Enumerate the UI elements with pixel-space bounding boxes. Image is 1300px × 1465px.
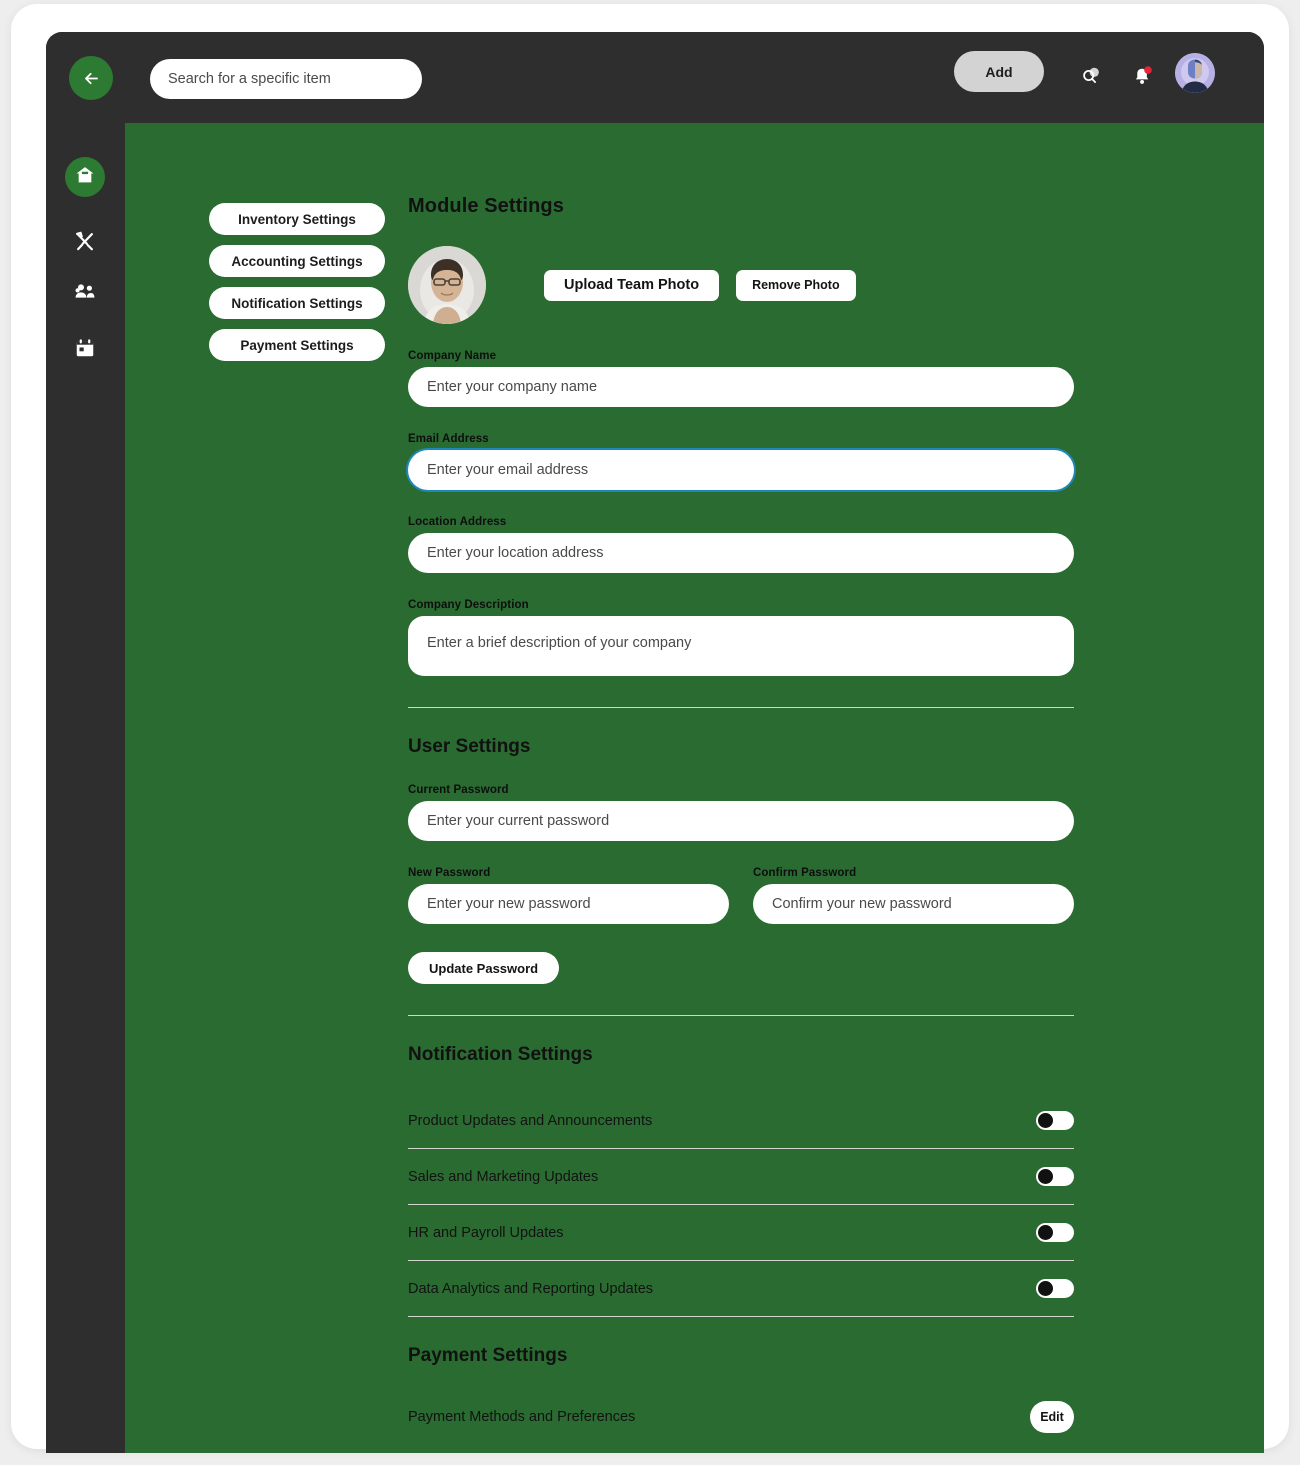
- new-password-field: New Password: [408, 841, 729, 924]
- upload-team-photo-button[interactable]: Upload Team Photo: [544, 269, 720, 301]
- notification-settings-title: Notification Settings: [408, 1044, 593, 1065]
- notification-row: Sales and Marketing Updates: [408, 1149, 1074, 1205]
- company-name-label: Company Name: [408, 350, 497, 362]
- current-password-label: Current Password: [408, 784, 509, 796]
- divider: [408, 707, 1074, 708]
- notification-label: Sales and Marketing Updates: [408, 1168, 599, 1185]
- notification-bell-icon: [1131, 64, 1155, 93]
- user-settings-title: User Settings: [408, 736, 531, 757]
- payment-methods-label: Payment Methods and Preferences: [408, 1409, 636, 1425]
- new-password-label: New Password: [408, 867, 491, 879]
- confirm-password-input[interactable]: [753, 884, 1074, 924]
- remove-photo-button[interactable]: Remove Photo: [736, 269, 856, 301]
- sidebar-item-home[interactable]: [65, 157, 105, 197]
- tab-accounting-settings[interactable]: Accounting Settings: [209, 245, 385, 277]
- team-photo: [408, 246, 486, 324]
- toggle-knob: [1038, 1281, 1053, 1296]
- sidebar-item-tools[interactable]: [65, 223, 105, 263]
- current-password-input[interactable]: [408, 801, 1074, 841]
- location-address-input[interactable]: [408, 533, 1074, 573]
- arrow-left-icon: [82, 69, 101, 88]
- calendar-icon: [74, 337, 96, 364]
- tab-payment-settings[interactable]: Payment Settings: [209, 329, 385, 361]
- payment-methods-row: Payment Methods and Preferences Edit: [408, 1389, 1074, 1445]
- new-password-input[interactable]: [408, 884, 729, 924]
- tools-icon: [74, 230, 96, 257]
- company-name-input[interactable]: [408, 367, 1074, 407]
- notifications-button[interactable]: [1123, 58, 1163, 98]
- search-input[interactable]: [150, 59, 422, 99]
- module-settings-title: Module Settings: [408, 195, 564, 217]
- location-address-label: Location Address: [408, 516, 507, 528]
- search-icon: [1079, 64, 1103, 93]
- company-description-input[interactable]: [408, 616, 1074, 676]
- app-window: Add: [46, 32, 1264, 1453]
- notification-label: Product Updates and Announcements: [408, 1112, 653, 1129]
- toggle-hr-payroll[interactable]: [1036, 1223, 1074, 1242]
- company-description-label: Company Description: [408, 599, 529, 611]
- payment-settings-title: Payment Settings: [408, 1345, 568, 1366]
- email-address-label: Email Address: [408, 433, 489, 445]
- avatar[interactable]: [1175, 53, 1215, 93]
- notification-row: HR and Payroll Updates: [408, 1205, 1074, 1261]
- email-address-input[interactable]: [408, 450, 1074, 490]
- toggle-knob: [1038, 1225, 1053, 1240]
- toggle-knob: [1038, 1169, 1053, 1184]
- notification-badge: [1144, 65, 1152, 74]
- sidebar-rail: [46, 123, 125, 1453]
- update-password-button[interactable]: Update Password: [408, 952, 560, 984]
- team-photo-row: Upload Team Photo Remove Photo: [408, 246, 1074, 324]
- divider: [408, 1015, 1074, 1016]
- back-button[interactable]: [69, 56, 113, 100]
- people-group-icon: [73, 279, 97, 308]
- tab-notification-settings[interactable]: Notification Settings: [209, 287, 385, 319]
- toggle-knob: [1038, 1113, 1053, 1128]
- notification-label: Data Analytics and Reporting Updates: [408, 1280, 654, 1297]
- add-button[interactable]: Add: [954, 51, 1044, 92]
- toggle-sales-marketing[interactable]: [1036, 1167, 1074, 1186]
- top-bar: Add: [46, 32, 1264, 123]
- confirm-password-label: Confirm Password: [753, 867, 857, 879]
- password-row: New Password Confirm Password: [408, 841, 1074, 924]
- settings-form: Module Settings Upload Team Photo Remove…: [408, 195, 1074, 1445]
- search-icon-button[interactable]: [1071, 58, 1111, 98]
- settings-tabs: Inventory Settings Accounting Settings N…: [209, 203, 385, 371]
- edit-payment-button[interactable]: Edit: [1030, 1401, 1074, 1433]
- home-icon: [74, 164, 96, 191]
- tab-inventory-settings[interactable]: Inventory Settings: [209, 203, 385, 235]
- content-area: Inventory Settings Accounting Settings N…: [125, 123, 1264, 1453]
- browser-window-card: Add: [11, 4, 1289, 1453]
- toggle-product-updates[interactable]: [1036, 1111, 1074, 1130]
- toggle-data-analytics[interactable]: [1036, 1279, 1074, 1298]
- confirm-password-field: Confirm Password: [753, 841, 1074, 924]
- notification-label: HR and Payroll Updates: [408, 1224, 564, 1241]
- notification-row: Data Analytics and Reporting Updates: [408, 1261, 1074, 1317]
- sidebar-item-team[interactable]: [65, 273, 105, 313]
- sidebar-item-calendar[interactable]: [65, 330, 105, 370]
- notification-row: Product Updates and Announcements: [408, 1093, 1074, 1149]
